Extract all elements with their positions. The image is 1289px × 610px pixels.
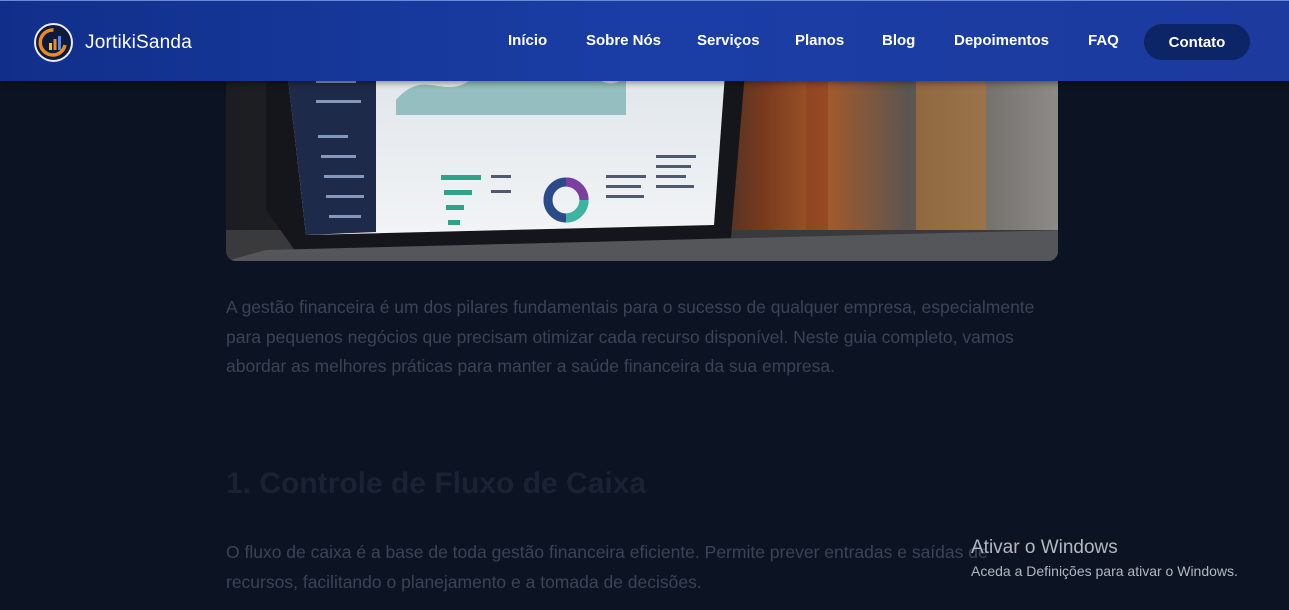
brand-name: JortikiSanda: [85, 31, 192, 53]
watermark-subtitle: Aceda a Definições para ativar o Windows…: [971, 563, 1238, 579]
nav-link-sobre-nos[interactable]: Sobre Nós: [586, 32, 661, 49]
nav-link-depoimentos[interactable]: Depoimentos: [954, 32, 1049, 49]
section-paragraph: O fluxo de caixa é a base de toda gestão…: [226, 542, 988, 592]
nav-link-blog[interactable]: Blog: [882, 32, 915, 49]
watermark-title: Ativar o Windows: [971, 537, 1118, 558]
nav-link-servicos[interactable]: Serviços: [697, 32, 760, 49]
brand[interactable]: JortikiSanda: [34, 23, 192, 62]
nav-link-planos[interactable]: Planos: [795, 32, 844, 49]
article-hero-image: [226, 60, 1058, 261]
contact-button[interactable]: Contato: [1144, 24, 1250, 60]
nav-link-inicio[interactable]: Início: [508, 32, 547, 49]
section-heading: 1. Controle de Fluxo de Caixa: [226, 467, 647, 500]
intro-paragraph: A gestão financeira é um dos pilares fun…: [226, 297, 1035, 376]
article-intro: A gestão financeira é um dos pilares fun…: [226, 293, 1058, 382]
chart-logo-icon: [34, 23, 73, 62]
windows-activation-watermark: Ativar o Windows Aceda a Definições para…: [971, 537, 1238, 579]
site-header: JortikiSanda Início Sobre Nós Serviços P…: [0, 0, 1289, 81]
nav-link-faq[interactable]: FAQ: [1088, 32, 1119, 49]
